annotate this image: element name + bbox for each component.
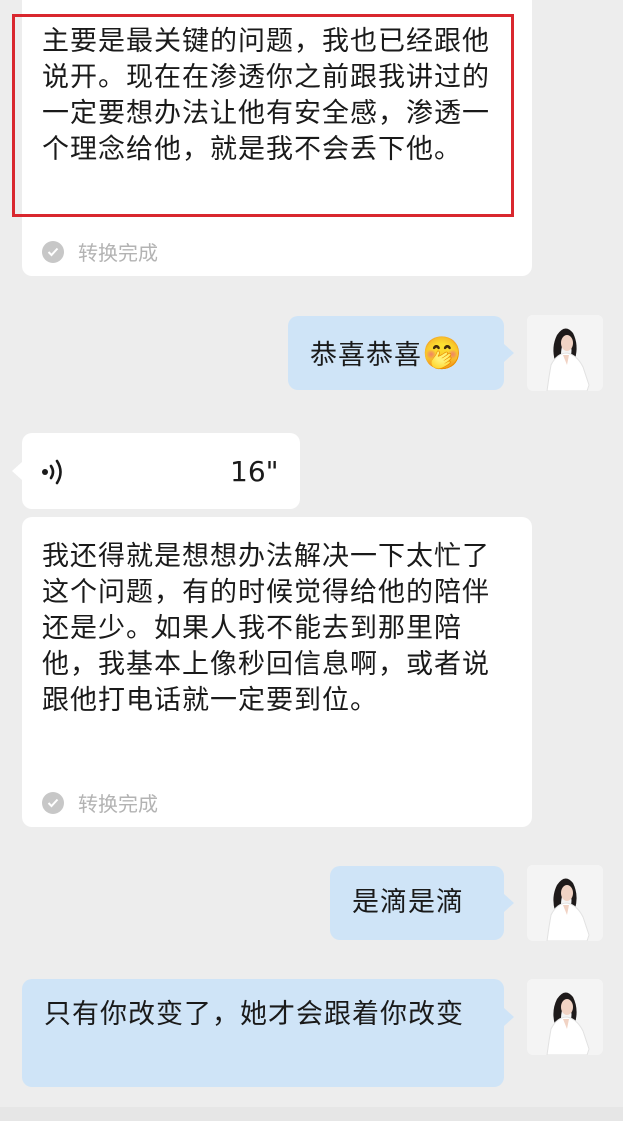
voice-wave-icon xyxy=(40,459,70,489)
message-text-content: 恭喜恭喜 xyxy=(310,340,422,371)
bottom-divider xyxy=(0,1107,623,1121)
avatar-photo xyxy=(527,315,603,391)
shy-face-emoji-icon: 🤭 xyxy=(422,334,463,372)
message-bubble-transcription[interactable]: 我还得就是想想办法解决一下太忙了这个问题，有的时候觉得给他的陪伴还是少。如果人我… xyxy=(22,517,532,827)
voice-message-bubble[interactable]: 16" xyxy=(22,433,300,509)
message-text: 只有你改变了，她才会跟着你改变 xyxy=(44,999,464,1030)
message-bubble-outgoing[interactable]: 只有你改变了，她才会跟着你改变 xyxy=(22,979,504,1087)
bubble-tail xyxy=(12,462,22,480)
message-bubble-outgoing[interactable]: 是滴是滴 xyxy=(330,866,504,940)
avatar-photo xyxy=(527,865,603,941)
message-text: 主要是最关键的问题，我也已经跟他说开。现在在渗透你之前跟我讲过的一定要想办法让他… xyxy=(42,26,490,165)
message-text: 是滴是滴 xyxy=(352,887,464,918)
check-circle-icon xyxy=(42,791,64,814)
status-label: 转换完成 xyxy=(78,792,158,816)
bubble-tail xyxy=(504,894,514,912)
message-text: 我还得就是想想办法解决一下太忙了这个问题，有的时候觉得给他的陪伴还是少。如果人我… xyxy=(42,541,490,716)
bubble-tail xyxy=(504,344,514,362)
transcription-status: 转换完成 xyxy=(42,237,158,266)
avatar[interactable] xyxy=(527,979,603,1055)
status-label: 转换完成 xyxy=(78,241,158,265)
bubble-tail xyxy=(504,1008,514,1026)
message-bubble-transcription[interactable]: 主要是最关键的问题，我也已经跟他说开。现在在渗透你之前跟我讲过的一定要想办法让他… xyxy=(12,0,532,276)
transcription-status: 转换完成 xyxy=(42,788,158,817)
message-text: 恭喜恭喜🤭 xyxy=(310,335,463,374)
avatar[interactable] xyxy=(527,315,603,391)
message-bubble-outgoing[interactable]: 恭喜恭喜🤭 xyxy=(288,316,504,390)
avatar[interactable] xyxy=(527,865,603,941)
check-circle-icon xyxy=(42,240,64,263)
avatar-photo xyxy=(527,979,603,1055)
voice-duration: 16" xyxy=(230,455,279,488)
